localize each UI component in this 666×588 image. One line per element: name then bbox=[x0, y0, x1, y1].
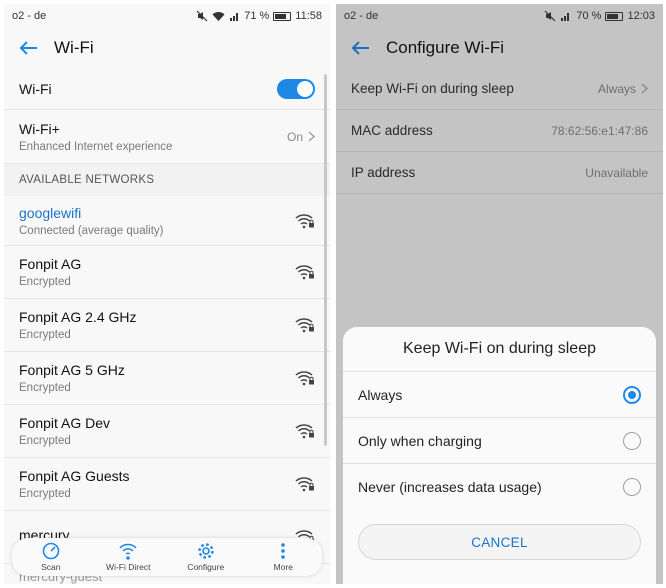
app-bar: Configure Wi-Fi bbox=[336, 28, 663, 68]
scrollbar[interactable] bbox=[324, 74, 327, 446]
battery-percent: 71 % bbox=[244, 10, 270, 22]
option-never[interactable]: Never (increases data usage) bbox=[343, 463, 656, 509]
network-name: Fonpit AG Dev bbox=[19, 415, 111, 431]
back-arrow-icon[interactable] bbox=[18, 40, 38, 56]
keep-wifi-label: Keep Wi-Fi on during sleep bbox=[351, 81, 514, 96]
network-name: Fonpit AG 2.4 GHz bbox=[19, 309, 137, 325]
chevron-right-icon bbox=[308, 131, 315, 142]
section-header: AVAILABLE NETWORKS bbox=[4, 164, 330, 196]
wifiplus-value: On bbox=[286, 129, 303, 144]
more-vertical-icon bbox=[281, 543, 286, 559]
wifi-lock-icon bbox=[295, 477, 314, 492]
cancel-button[interactable]: CANCEL bbox=[358, 524, 641, 560]
network-row[interactable]: Fonpit AG Dev Encrypted bbox=[4, 405, 330, 458]
ip-address-label: IP address bbox=[351, 165, 416, 180]
wifi-status-icon bbox=[212, 11, 225, 21]
keep-wifi-value: Always bbox=[597, 81, 636, 96]
radio-button[interactable] bbox=[623, 477, 641, 496]
chevron-right-icon bbox=[641, 83, 648, 94]
gear-icon bbox=[198, 543, 214, 559]
network-status: Encrypted bbox=[19, 435, 71, 447]
wifi-lock-icon bbox=[295, 318, 314, 333]
more-label: More bbox=[273, 562, 293, 572]
wifi-label: Wi-Fi bbox=[19, 80, 52, 97]
keep-wifi-row[interactable]: Keep Wi-Fi on during sleep Always bbox=[336, 68, 663, 110]
bottom-nav: Scan Wi-Fi Direct Configure More bbox=[12, 538, 322, 576]
network-status: Encrypted bbox=[19, 329, 71, 341]
network-name: googlewifi bbox=[19, 204, 82, 221]
network-status: Encrypted bbox=[19, 276, 71, 288]
page-title: Wi-Fi bbox=[54, 38, 94, 57]
configure-button[interactable]: Configure bbox=[167, 538, 245, 576]
network-status: Encrypted bbox=[19, 488, 71, 500]
wifiplus-label: Wi-Fi+ bbox=[19, 120, 60, 137]
more-button[interactable]: More bbox=[245, 538, 323, 576]
network-list: googlewifi Connected (average quality) Fon… bbox=[4, 196, 330, 564]
option-label: Only when charging bbox=[358, 432, 482, 449]
network-row[interactable]: Fonpit AG Guests Encrypted bbox=[4, 458, 330, 511]
wifiplus-row[interactable]: Wi-Fi+ Enhanced Internet experience On bbox=[4, 110, 330, 164]
network-status: Connected (average quality) bbox=[19, 224, 164, 237]
ip-address-row: IP address Unavailable bbox=[336, 152, 663, 194]
sleep-policy-dialog: Keep Wi-Fi on during sleep Always Only w… bbox=[343, 327, 656, 584]
wifi-lock-icon bbox=[295, 265, 314, 280]
wifi-direct-button[interactable]: Wi-Fi Direct bbox=[90, 538, 168, 576]
battery-icon bbox=[273, 11, 292, 21]
mac-address-row: MAC address 78:62:56:e1:47:86 bbox=[336, 110, 663, 152]
carrier-label: o2 - de bbox=[12, 10, 47, 22]
radio-button-selected[interactable] bbox=[623, 385, 641, 404]
wifi-lock-icon bbox=[295, 371, 314, 386]
network-name: Fonpit AG 5 GHz bbox=[19, 362, 125, 378]
configure-label: Configure bbox=[187, 562, 225, 572]
battery-icon bbox=[605, 11, 624, 21]
signal-4g-icon bbox=[561, 12, 570, 21]
mute-icon bbox=[544, 10, 556, 22]
battery-percent: 70 % bbox=[576, 10, 602, 22]
signal-icon bbox=[230, 12, 239, 21]
dialog-title: Keep Wi-Fi on during sleep bbox=[403, 340, 596, 357]
wifi-lock-icon bbox=[295, 213, 314, 228]
option-label: Never (increases data usage) bbox=[358, 478, 542, 495]
wifi-toggle-row[interactable]: Wi-Fi bbox=[4, 68, 330, 110]
network-row[interactable]: Fonpit AG 2.4 GHz Encrypted bbox=[4, 299, 330, 352]
app-bar: Wi-Fi bbox=[4, 28, 330, 68]
wifi-screen: o2 - de 71 % 11:58 Wi-Fi Wi-Fi Wi-Fi+ En… bbox=[4, 4, 330, 584]
option-label: Always bbox=[358, 386, 403, 403]
network-status: Encrypted bbox=[19, 382, 71, 394]
radio-button[interactable] bbox=[623, 431, 641, 450]
network-row[interactable]: googlewifi Connected (average quality) bbox=[4, 196, 330, 246]
scan-button[interactable]: Scan bbox=[12, 538, 90, 576]
carrier-label: o2 - de bbox=[344, 10, 379, 22]
wifi-direct-icon bbox=[119, 543, 137, 560]
back-arrow-icon[interactable] bbox=[350, 40, 370, 56]
network-name: Fonpit AG Guests bbox=[19, 468, 130, 484]
network-row[interactable]: Fonpit AG 5 GHz Encrypted bbox=[4, 352, 330, 405]
network-name: Fonpit AG bbox=[19, 256, 82, 272]
option-always[interactable]: Always bbox=[343, 371, 656, 417]
option-when-charging[interactable]: Only when charging bbox=[343, 417, 656, 463]
mac-address-value: 78:62:56:e1:47:86 bbox=[551, 123, 648, 138]
network-row[interactable]: Fonpit AG Encrypted bbox=[4, 246, 330, 299]
ip-address-value: Unavailable bbox=[585, 165, 648, 180]
scan-icon bbox=[42, 542, 60, 560]
wifi-direct-label: Wi-Fi Direct bbox=[106, 562, 151, 572]
clock: 11:58 bbox=[295, 10, 322, 22]
status-bar: o2 - de 70 % 12:03 bbox=[336, 4, 663, 28]
mac-address-label: MAC address bbox=[351, 123, 433, 138]
status-bar: o2 - de 71 % 11:58 bbox=[4, 4, 330, 28]
mute-icon bbox=[196, 10, 208, 22]
wifiplus-sub: Enhanced Internet experience bbox=[19, 140, 173, 153]
wifi-lock-icon bbox=[295, 424, 314, 439]
scan-label: Scan bbox=[41, 562, 61, 572]
configure-wifi-screen: o2 - de 70 % 12:03 Configure Wi-Fi Keep … bbox=[336, 4, 663, 584]
clock: 12:03 bbox=[627, 10, 655, 22]
wifi-toggle[interactable] bbox=[277, 78, 315, 99]
page-title: Configure Wi-Fi bbox=[386, 38, 505, 57]
